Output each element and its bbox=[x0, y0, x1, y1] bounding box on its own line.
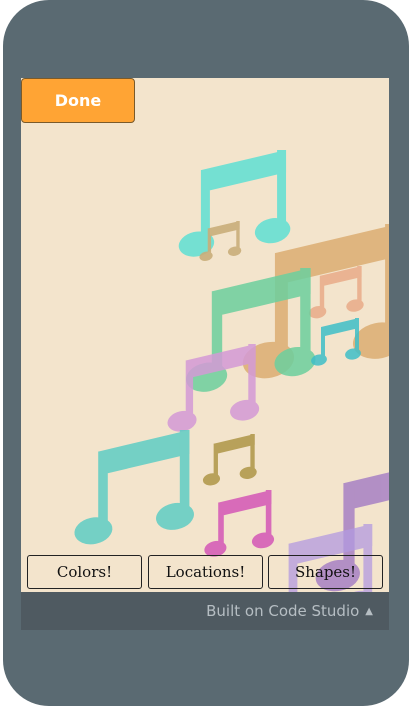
music-note-icon bbox=[202, 490, 276, 559]
music-notes-canvas bbox=[71, 150, 389, 592]
music-note-icon bbox=[176, 150, 293, 260]
music-note-icon bbox=[71, 430, 197, 548]
shapes-button[interactable]: Shapes! bbox=[268, 555, 383, 589]
colors-button[interactable]: Colors! bbox=[27, 555, 142, 589]
music-note-icon bbox=[201, 434, 258, 487]
caret-up-icon: ▲ bbox=[365, 605, 373, 617]
footer-bar[interactable]: Built on Code Studio ▲ bbox=[21, 592, 389, 630]
app-screen: Done Colors! Locations! Shapes! bbox=[21, 78, 389, 592]
footer-text: Built on Code Studio bbox=[206, 602, 360, 620]
locations-button[interactable]: Locations! bbox=[148, 555, 263, 589]
done-button[interactable]: Done bbox=[21, 78, 135, 123]
